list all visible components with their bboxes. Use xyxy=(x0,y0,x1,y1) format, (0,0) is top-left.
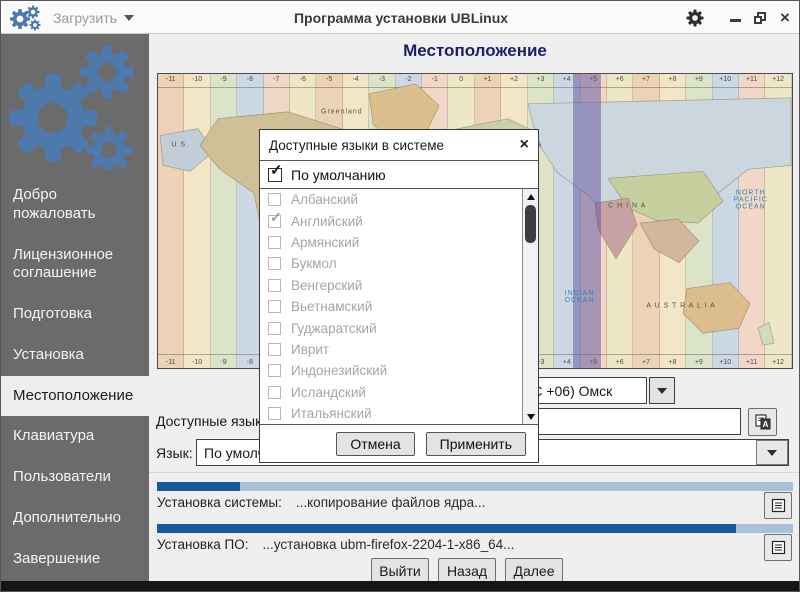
language-checkbox[interactable] xyxy=(268,236,281,249)
language-dropdown-button[interactable] xyxy=(756,440,788,465)
default-label: По умолчанию xyxy=(291,167,386,183)
sidebar-item-finish[interactable]: Завершение xyxy=(1,539,149,580)
language-item[interactable]: Армянский xyxy=(260,232,522,253)
language-name: Итальянский xyxy=(291,406,372,421)
close-button[interactable]: × xyxy=(777,10,793,26)
language-item[interactable]: Албанский xyxy=(260,189,522,210)
back-button[interactable]: Назад xyxy=(438,558,496,583)
selected-timezone-band xyxy=(573,74,601,368)
minimize-button[interactable] xyxy=(727,10,743,26)
default-language-option[interactable]: ✓ По умолчанию xyxy=(260,161,538,189)
language-name: Вьетнамский xyxy=(291,299,372,314)
sidebar-item-additional[interactable]: Дополнительно xyxy=(1,498,149,539)
title-bar: Загрузить Программа установки UBLinux × xyxy=(1,1,800,34)
choose-languages-button[interactable]: A xyxy=(748,408,777,436)
arrow-down-icon xyxy=(527,414,535,420)
language-list: Албанский ✓ Английский Армянский Букмол Венге… xyxy=(260,189,538,425)
apply-button[interactable]: Применить xyxy=(426,432,526,456)
chevron-down-icon xyxy=(767,450,777,456)
app-logo-gears-icon xyxy=(9,4,43,32)
system-install-status: Установка системы:...копирование файлов … xyxy=(157,495,485,510)
language-checkbox[interactable] xyxy=(268,407,281,420)
language-item[interactable]: Исландский xyxy=(260,382,522,403)
language-checkbox[interactable] xyxy=(268,322,281,335)
default-checkbox[interactable]: ✓ xyxy=(268,168,282,182)
sidebar-item-location[interactable]: Местоположение xyxy=(1,376,149,417)
software-install-progressbar xyxy=(157,524,793,533)
load-menu-label: Загрузить xyxy=(53,10,117,26)
language-item[interactable]: Гуджаратский xyxy=(260,317,522,338)
system-log-button[interactable] xyxy=(764,492,792,519)
page-title: Местоположение xyxy=(149,41,800,61)
load-menu-button[interactable]: Загрузить xyxy=(53,1,134,34)
sidebar-item-installation[interactable]: Установка xyxy=(1,335,149,376)
language-label: Язык: xyxy=(156,445,193,461)
system-install-label: Установка системы: xyxy=(157,495,282,510)
language-item[interactable]: ✓ Английский xyxy=(260,210,522,231)
language-name: Венгерский xyxy=(291,278,362,293)
language-checkbox[interactable] xyxy=(268,257,281,270)
language-name: Армянский xyxy=(291,235,359,250)
language-item[interactable]: Индонезийский xyxy=(260,360,522,381)
maximize-button[interactable] xyxy=(752,10,768,26)
scrollbar[interactable] xyxy=(522,189,538,424)
chevron-down-icon xyxy=(657,388,667,394)
language-item[interactable]: Итальянский xyxy=(260,403,522,424)
minimize-icon xyxy=(730,19,741,22)
arrow-up-icon xyxy=(527,194,535,200)
language-checkbox[interactable] xyxy=(268,386,281,399)
chevron-down-icon xyxy=(124,15,134,21)
language-checkbox[interactable] xyxy=(268,279,281,292)
maximize-icon xyxy=(754,12,766,24)
language-name: Букмол xyxy=(291,256,337,271)
software-log-button[interactable] xyxy=(764,534,792,561)
language-item[interactable]: Вьетнамский xyxy=(260,296,522,317)
system-install-progressbar xyxy=(157,482,793,491)
sidebar-item-users[interactable]: Пользователи xyxy=(1,457,149,498)
close-icon: × xyxy=(780,11,790,25)
cancel-button[interactable]: Отмена xyxy=(336,432,414,456)
sidebar-item-keyboard[interactable]: Клавиатура xyxy=(1,416,149,457)
bottom-strip xyxy=(1,581,800,591)
language-name: Индонезийский xyxy=(291,363,387,378)
language-checkbox[interactable] xyxy=(268,343,281,356)
log-list-icon xyxy=(771,540,786,555)
timezone-dropdown-button[interactable] xyxy=(649,377,675,404)
language-item[interactable]: Букмол xyxy=(260,253,522,274)
translate-icon: A xyxy=(754,413,772,431)
software-install-label: Установка ПО: xyxy=(157,537,249,552)
language-checkbox[interactable] xyxy=(268,364,281,377)
scroll-down-button[interactable] xyxy=(523,410,538,423)
language-name: Иврит xyxy=(291,342,329,357)
language-item[interactable]: Иврит xyxy=(260,339,522,360)
language-name: Албанский xyxy=(291,192,358,207)
scrollbar-thumb[interactable] xyxy=(525,205,536,243)
quit-button[interactable]: Выйти xyxy=(371,558,429,583)
checkmark-icon: ✓ xyxy=(270,209,282,226)
next-button[interactable]: Далее xyxy=(505,558,563,583)
checkmark-icon: ✓ xyxy=(270,161,283,179)
dialog-title: Доступные языки в системе xyxy=(269,138,444,153)
dialog-close-icon[interactable]: × xyxy=(520,138,529,152)
sidebar-item-license[interactable]: Лицензионное соглашение xyxy=(1,235,149,295)
gears-artwork-icon xyxy=(1,34,149,170)
language-name: Гуджаратский xyxy=(291,321,377,336)
sidebar: Добро пожаловатьЛицензионное соглашениеП… xyxy=(1,34,149,583)
available-languages-label: Доступные языки xyxy=(156,413,269,429)
sidebar-item-preparation[interactable]: Подготовка xyxy=(1,294,149,335)
settings-gear-icon[interactable] xyxy=(686,9,704,27)
software-install-status: Установка ПО:...установка ubm-firefox-22… xyxy=(157,537,514,552)
log-list-icon xyxy=(771,498,786,513)
languages-dialog: Доступные языки в системе × ✓ По умолчан… xyxy=(259,129,539,463)
language-name: Английский xyxy=(291,214,363,229)
language-item[interactable]: Венгерский xyxy=(260,275,522,296)
sidebar-item-welcome[interactable]: Добро пожаловать xyxy=(1,175,149,235)
scroll-up-button[interactable] xyxy=(523,190,538,203)
installer-window: Загрузить Программа установки UBLinux × … xyxy=(0,0,800,592)
language-checkbox[interactable] xyxy=(268,300,281,313)
language-checkbox[interactable]: ✓ xyxy=(268,215,281,228)
svg-text:A: A xyxy=(762,420,768,429)
language-checkbox[interactable] xyxy=(268,193,281,206)
language-name: Исландский xyxy=(291,385,366,400)
